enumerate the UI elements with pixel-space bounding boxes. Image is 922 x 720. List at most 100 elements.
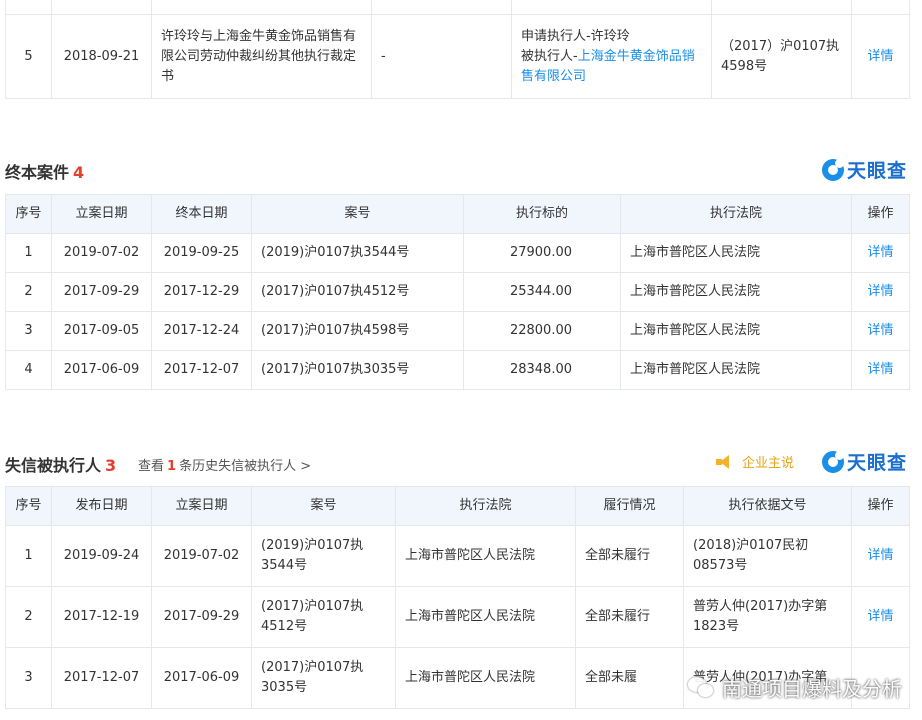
table-row: 4 2017-06-09 2017-12-07 (2017)沪0107执3035… [5, 350, 910, 390]
col-header: 执行法院 [395, 486, 576, 526]
publish-date: 2019-09-24 [51, 525, 152, 587]
table-header-row: 序号 发布日期 立案日期 案号 执行法院 履行情况 执行依据文号 操作 [5, 486, 910, 526]
final-cases-heading: 终本案件 4 [5, 159, 84, 183]
table-row: 1 2019-09-24 2019-07-02 (2019)沪0107执 3544… [5, 525, 910, 587]
court: 上海市普陀区人民法院 [395, 525, 576, 587]
case-number: (2017)沪0107执4512号 [251, 586, 396, 648]
table-row: 1 2019-07-02 2019-09-25 (2019)沪0107执3544… [5, 233, 910, 273]
detail-link[interactable]: 详情 [851, 311, 910, 351]
final-cases-title: 终本案件 [5, 163, 70, 182]
row-index: 2 [5, 272, 52, 312]
dishonest-title: 失信被执行人 [5, 456, 102, 475]
case-number: (2017)沪0107执4512号 [251, 272, 464, 312]
basis-line: 08573号 [693, 558, 748, 573]
enterprise-speak-button[interactable]: 企业主说 [716, 452, 794, 471]
col-header: 执行法院 [620, 194, 852, 234]
tianyancha-logo-icon [822, 450, 844, 473]
case-number: (2019)沪0107执 3544号 [251, 525, 396, 587]
doc-title: 许玲玲与上海金牛黄金饰品销售有限公司劳动仲裁纠纷其他执行裁定书 [151, 14, 372, 99]
applicant: 申请执行人-许玲玲 [521, 28, 630, 44]
detail-link[interactable]: 详情 [851, 272, 910, 312]
tianyancha-logo-text: 天眼查 [847, 160, 908, 182]
table-row: 2 2017-12-19 2017-09-29 (2017)沪0107执 4512… [5, 586, 910, 648]
party-cell: 申请执行人-许玲玲 被执行人-上海金牛黄金饰品销售有限公司 [511, 14, 712, 99]
col-header: 案号 [251, 194, 464, 234]
case-number: (2017)沪0107执 3035号 [251, 647, 396, 709]
filing-date: 2019-07-02 [151, 525, 252, 587]
final-cases-count: 4 [73, 163, 85, 182]
tianyancha-logo: 天眼查 [822, 448, 907, 475]
filing-date: 2017-09-29 [51, 272, 152, 312]
fulfillment-status: 全部未履 [575, 647, 684, 709]
dishonest-heading: 失信被执行人 3 [5, 452, 116, 476]
watermark-text: 南通项目爆料及分析 [722, 677, 902, 701]
col-header: 序号 [5, 486, 52, 526]
case-number-line: 3035号 [261, 680, 308, 695]
court: 上海市普陀区人民法院 [395, 647, 576, 709]
respondent-prefix: 被执行人- [521, 48, 578, 64]
row-index: 3 [5, 647, 52, 709]
filing-date: 2017-09-29 [151, 586, 252, 648]
case-number: (2019)沪0107执3544号 [251, 233, 464, 273]
speaker-icon [716, 454, 732, 469]
detail-link[interactable]: 详情 [851, 233, 910, 273]
row-index: 3 [5, 311, 52, 351]
tianyancha-logo: 天眼查 [822, 156, 907, 183]
row-date: 2018-09-21 [51, 14, 152, 99]
case-number-line: (2019)沪0107执 [261, 538, 364, 553]
basis-line: 1823号 [693, 619, 740, 634]
history-count: 1 [167, 459, 177, 474]
col-header: 操作 [851, 194, 910, 234]
end-date: 2017-12-07 [151, 350, 252, 390]
tianyancha-logo-text: 天眼查 [847, 452, 908, 474]
row-index: 1 [5, 525, 52, 587]
col-header: 操作 [851, 486, 910, 526]
table-row: 2 2017-09-29 2017-12-29 (2017)沪0107执4512… [5, 272, 910, 312]
filing-date: 2017-06-09 [51, 350, 152, 390]
fulfillment-status: 全部未履行 [575, 586, 684, 648]
case-number-line: 3544号 [261, 558, 308, 573]
table-row: 5 2018-09-21 许玲玲与上海金牛黄金饰品销售有限公司劳动仲裁纠纷其他执… [5, 14, 910, 99]
final-cases-table: 序号 立案日期 终本日期 案号 执行标的 执行法院 操作 1 2019-07-0… [5, 194, 910, 390]
detail-link[interactable]: 详情 [851, 586, 910, 648]
court: 上海市普陀区人民法院 [395, 586, 576, 648]
row-index: 1 [5, 233, 52, 273]
basis-line: 普劳人仲(2017)办字第 [693, 599, 828, 614]
row-index: 5 [5, 14, 52, 99]
col-header: 执行标的 [463, 194, 621, 234]
row-index: 2 [5, 586, 52, 648]
col-header: 案号 [251, 486, 396, 526]
detail-link[interactable]: 详情 [851, 525, 910, 587]
filing-date: 2017-06-09 [151, 647, 252, 709]
col-header: 立案日期 [151, 486, 252, 526]
detail-link[interactable]: 详情 [851, 14, 910, 99]
table-row [5, 0, 910, 15]
fulfillment-status: 全部未履行 [575, 525, 684, 587]
court: 上海市普陀区人民法院 [620, 233, 852, 273]
enterprise-speak-label: 企业主说 [742, 456, 795, 471]
amount: 27900.00 [463, 233, 621, 273]
case-number: (2017)沪0107执4598号 [251, 311, 464, 351]
tianyancha-logo-icon [822, 158, 844, 181]
amount: 22800.00 [463, 311, 621, 351]
court: 上海市普陀区人民法院 [620, 350, 852, 390]
col-header: 履行情况 [575, 486, 684, 526]
history-link[interactable]: 查看 1 条历史失信被执行人 > [138, 455, 311, 474]
case-number-line: (2017)沪0107执 [261, 599, 364, 614]
table-header-row: 序号 立案日期 终本日期 案号 执行标的 执行法院 操作 [5, 194, 910, 234]
filing-date: 2019-07-02 [51, 233, 152, 273]
legal-docs-table: 5 2018-09-21 许玲玲与上海金牛黄金饰品销售有限公司劳动仲裁纠纷其他执… [5, 0, 910, 99]
basis-line: (2018)沪0107民初 [693, 538, 809, 553]
court: 上海市普陀区人民法院 [620, 311, 852, 351]
publish-date: 2017-12-07 [51, 647, 152, 709]
end-date: 2019-09-25 [151, 233, 252, 273]
detail-link[interactable]: 详情 [851, 350, 910, 390]
end-date: 2017-12-24 [151, 311, 252, 351]
respondent: 被执行人-上海金牛黄金饰品销售有限公司 [521, 47, 705, 87]
amount: 25344.00 [463, 272, 621, 312]
basis-doc-number: 普劳人仲(2017)办字第 1823号 [683, 586, 852, 648]
publish-date: 2017-12-19 [51, 586, 152, 648]
case-number-line: (2017)沪0107执 [261, 660, 364, 675]
dishonest-count: 3 [105, 456, 117, 475]
wechat-icon [688, 676, 714, 699]
